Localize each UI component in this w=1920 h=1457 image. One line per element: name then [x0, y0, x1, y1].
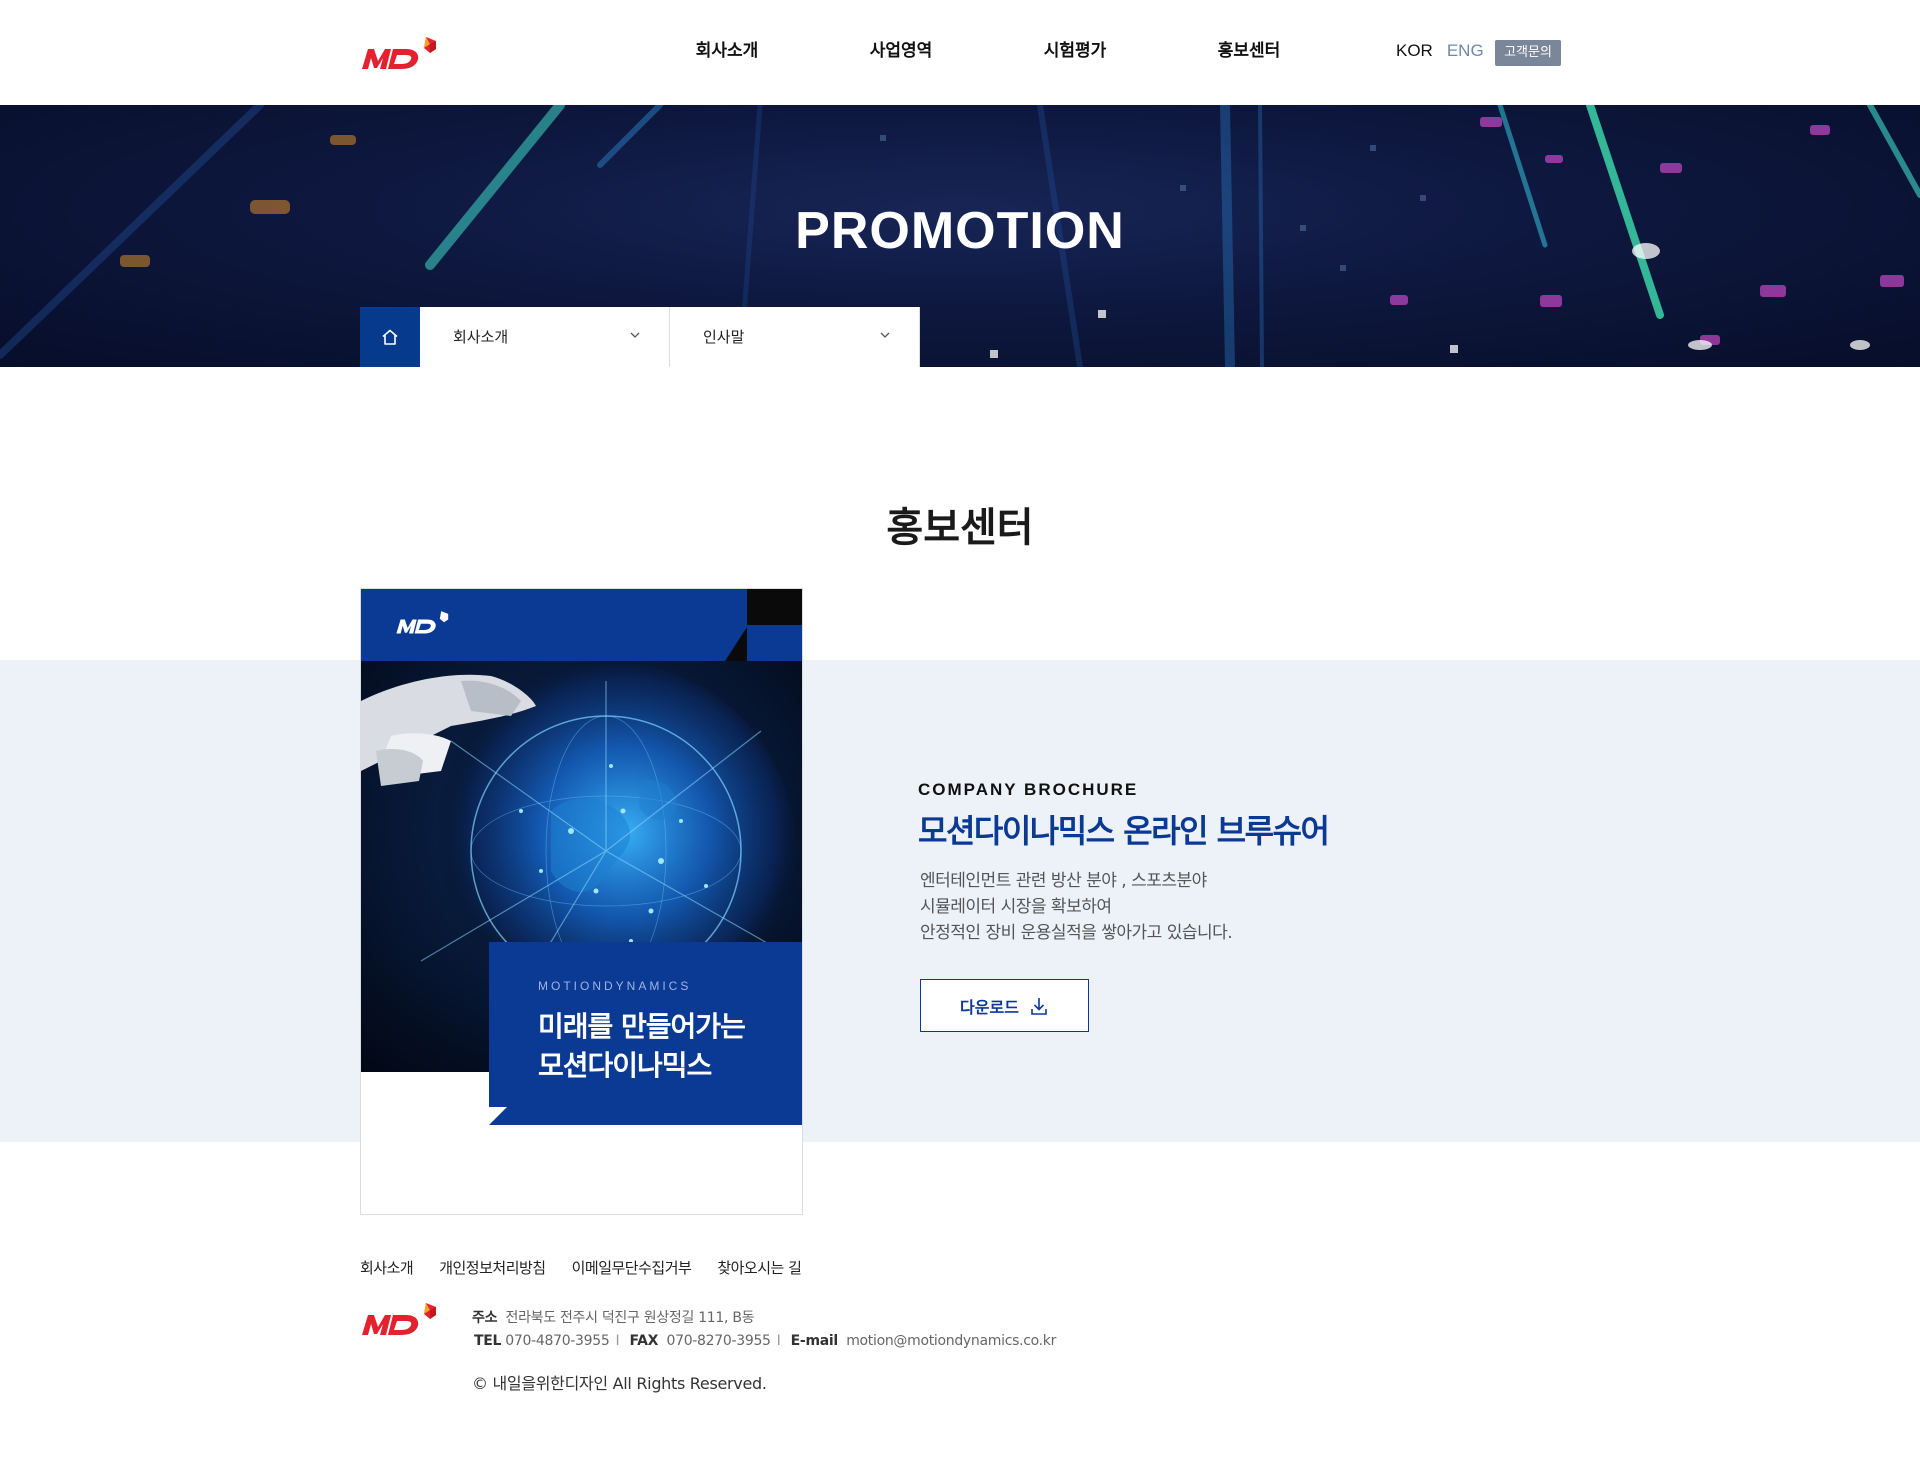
footer-links: 회사소개 개인정보처리방침 이메일무단수집거부 찾아오시는 길: [360, 1257, 802, 1278]
footer-logo: [362, 1303, 436, 1335]
section-title: 홍보센터: [886, 505, 1034, 551]
download-button[interactable]: 다운로드: [920, 979, 1089, 1032]
footer-tel-value: 070-4870-3955: [505, 1333, 610, 1349]
location-bar: 회사소개 인사말: [360, 307, 920, 367]
footer-copyright: © 내일을위한디자인 All Rights Reserved.: [472, 1374, 767, 1393]
footer-email-value[interactable]: motion@motiondynamics.co.kr: [846, 1333, 1056, 1349]
location-home-button[interactable]: [360, 307, 420, 367]
footer-fax-value: 070-8270-3955: [666, 1333, 771, 1349]
brochure-box-cut-decoration: [489, 1107, 507, 1125]
main-nav: 회사소개 사업영역 시험평가 홍보센터: [640, 0, 1336, 105]
footer-address: 주소 전라북도 전주시 덕진구 원상정길 111, B동: [472, 1307, 755, 1327]
brochure-description-line: 시뮬레이터 시장을 확보하여: [920, 897, 1112, 917]
brochure-description: 엔터테인먼트 관련 방산 분야 , 스포츠분야 시뮬레이터 시장을 확보하여 안…: [920, 868, 1233, 946]
brochure-cut-decoration: [725, 627, 747, 661]
chevron-down-icon: [630, 332, 640, 338]
nav-item-promotion[interactable]: 홍보센터: [1162, 0, 1336, 105]
footer-contact: TEL 070-4870-3955 I FAX 070-8270-3955 I E-…: [474, 1333, 1056, 1349]
footer-separator: I: [615, 1333, 620, 1349]
lang-kor-link[interactable]: KOR: [1396, 41, 1433, 61]
footer-link-email-policy[interactable]: 이메일무단수집거부: [572, 1257, 692, 1278]
brochure-description-line: 엔터테인먼트 관련 방산 분야 , 스포츠분야: [920, 871, 1207, 891]
download-button-label: 다운로드: [960, 997, 1019, 1017]
footer-separator: I: [776, 1333, 781, 1349]
home-icon: [382, 329, 398, 345]
lang-eng-link[interactable]: ENG: [1447, 41, 1484, 61]
language-switcher: KOR ENG: [1396, 41, 1484, 61]
brochure-cover[interactable]: MOTIONDYNAMICS 미래를 만들어가는 모션다이나믹스: [360, 588, 803, 1215]
nav-item-company[interactable]: 회사소개: [640, 0, 814, 105]
brochure-cover-headline: 미래를 만들어가는 모션다이나믹스: [538, 1007, 788, 1085]
nav-item-testing[interactable]: 시험평가: [988, 0, 1162, 105]
download-icon: [1031, 997, 1047, 1015]
footer-tel-label: TEL: [474, 1333, 502, 1349]
site-header: 회사소개 사업영역 시험평가 홍보센터 KOR ENG 고객문의: [0, 0, 1920, 105]
brochure-description-line: 안정적인 장비 운용실적을 쌓아가고 있습니다.: [920, 923, 1233, 943]
footer-link-privacy[interactable]: 개인정보처리방침: [439, 1257, 546, 1278]
location-depth1-label: 회사소개: [453, 328, 509, 346]
footer-address-value: 전라북도 전주시 덕진구 원상정길 111, B동: [505, 1310, 755, 1326]
site-logo[interactable]: [360, 35, 440, 73]
brochure-logo: [396, 611, 449, 634]
brochure-kicker: COMPANY BROCHURE: [918, 780, 1139, 799]
brochure-cover-headline-line-1: 미래를 만들어가는: [538, 1010, 746, 1043]
footer-fax-label: FAX: [629, 1333, 659, 1349]
location-depth1-select[interactable]: 회사소개: [420, 307, 670, 367]
brochure-cover-headline-line-2: 모션다이나믹스: [538, 1049, 712, 1082]
footer-link-directions[interactable]: 찾아오시는 길: [717, 1257, 802, 1278]
brochure-corner-decoration: [747, 589, 802, 625]
contact-button[interactable]: 고객문의: [1495, 40, 1561, 66]
hero-title: PROMOTION: [795, 202, 1125, 260]
location-depth2-label: 인사말: [703, 328, 745, 346]
footer-link-company[interactable]: 회사소개: [360, 1257, 414, 1278]
nav-item-business[interactable]: 사업영역: [814, 0, 988, 105]
hero-banner: PROMOTION 회사소개 인사말: [0, 105, 1920, 367]
footer-address-label: 주소: [472, 1310, 498, 1326]
location-depth2-select[interactable]: 인사말: [670, 307, 920, 367]
footer-email-label: E-mail: [790, 1333, 839, 1349]
brochure-headline: 모션다이나믹스 온라인 브루슈어: [918, 812, 1330, 850]
chevron-down-icon: [880, 332, 890, 338]
brochure-cover-subtitle: MOTIONDYNAMICS: [538, 979, 692, 993]
